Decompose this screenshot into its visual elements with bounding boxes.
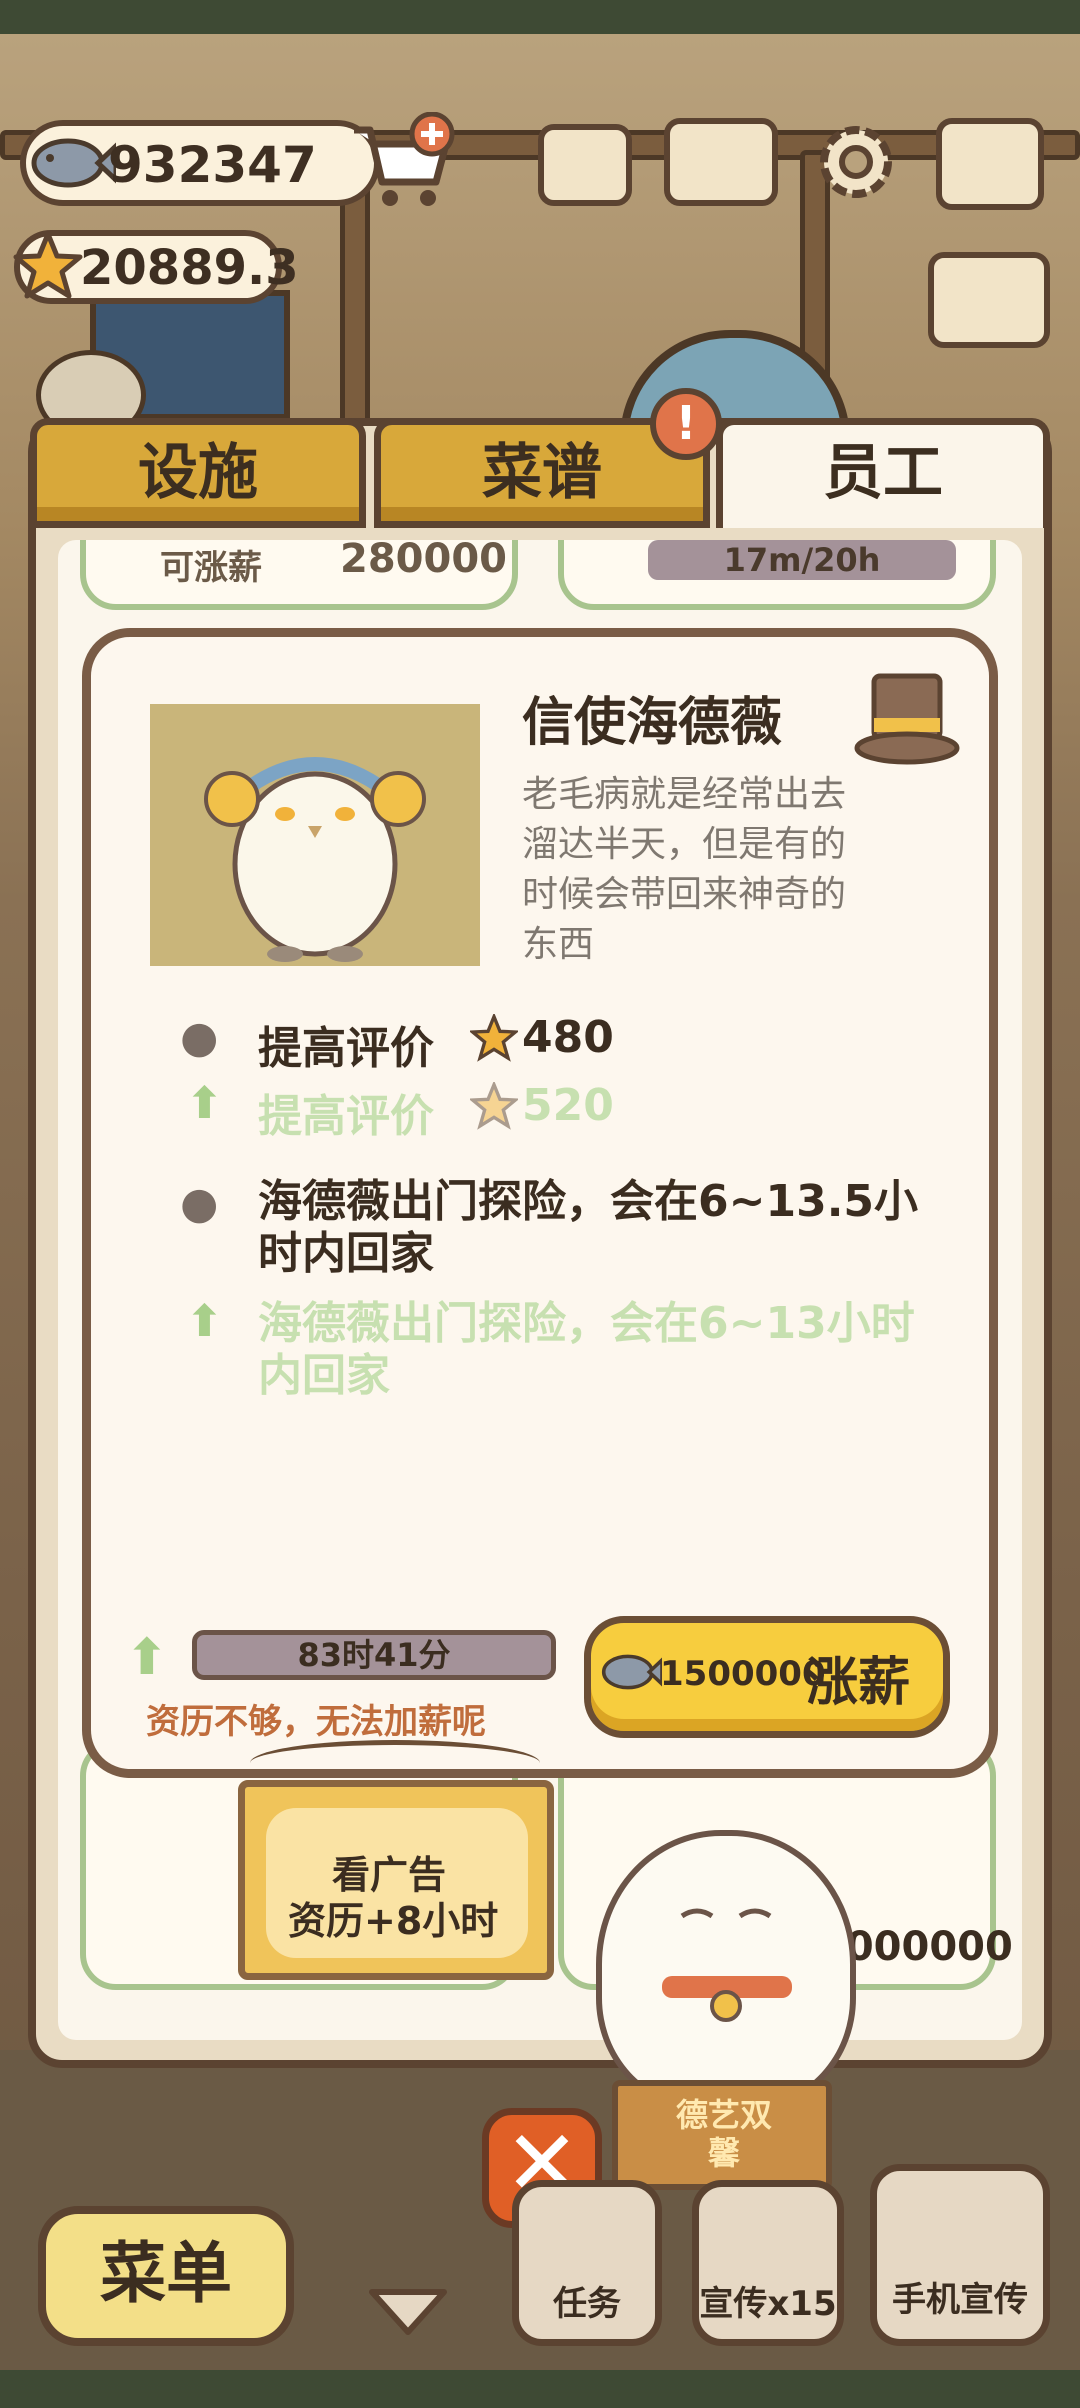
phone-promo-label: 手机宣传 xyxy=(892,2280,1028,2320)
settings-gear-icon[interactable] xyxy=(808,114,904,210)
sort-toggle-icon[interactable] xyxy=(928,252,1050,348)
phone-promo-button[interactable]: 手机宣传 xyxy=(870,2164,1050,2346)
task-button[interactable]: 任务 xyxy=(512,2180,662,2346)
effect-explore-label: 海德薇出门探险，会在6~13.5小时内回家 xyxy=(258,1176,919,1279)
task-label: 任务 xyxy=(553,2284,621,2324)
staff-description: 老毛病就是经常出去溜达半天，但是有的时候会带回来神奇的东西 xyxy=(522,774,847,965)
star-amount: 20889.3 xyxy=(80,240,299,296)
card-raise-cost: 280000 xyxy=(340,536,507,582)
tab-staff[interactable]: 员工 xyxy=(716,418,1050,528)
star-icon xyxy=(12,230,84,302)
effect-explore-next-label: 海德薇出门探险，会在6~13小时内回家 xyxy=(258,1298,915,1401)
map-icon[interactable] xyxy=(936,118,1044,210)
staff-portrait xyxy=(150,704,480,966)
promo-button[interactable]: 宣传x15 xyxy=(692,2180,844,2346)
paw-icon: ● xyxy=(180,1178,219,1229)
effect-rating-next-value: 520 xyxy=(522,1080,614,1131)
fish-icon xyxy=(26,128,119,198)
top-hat-icon xyxy=(852,670,962,770)
upgrade-arrow-icon: ⬆ xyxy=(126,1628,168,1686)
book-icon[interactable] xyxy=(664,118,778,206)
paw-icon: ● xyxy=(180,1012,219,1063)
seniority-warning: 资历不够，无法加薪呢 xyxy=(146,1702,486,1742)
card-time-bar: 17m/20h xyxy=(648,540,956,580)
news-icon[interactable] xyxy=(538,124,632,206)
effect-rating-label: 提高评价 xyxy=(258,1023,434,1074)
star-icon xyxy=(468,1012,520,1062)
raise-cost: 1500000 xyxy=(660,1654,826,1694)
shop-cart-icon[interactable] xyxy=(348,111,458,212)
upgrade-arrow-icon: ⬆ xyxy=(186,1296,223,1347)
collapse-chevron-icon[interactable] xyxy=(366,2284,450,2340)
staff-name: 信使海德薇 xyxy=(522,693,783,753)
watch-ad-reward: 资历+8小时 xyxy=(288,1899,499,1943)
mascot-cat xyxy=(596,1830,856,2110)
menu-button[interactable]: 菜单 xyxy=(38,2206,294,2346)
fish-amount: 932347 xyxy=(108,136,317,194)
effect-rating-next-label: 提高评价 xyxy=(258,1091,434,1142)
star-icon xyxy=(468,1080,520,1130)
raise-label: 涨薪 xyxy=(806,1653,911,1713)
card-raise-label: 可涨薪 xyxy=(160,548,262,588)
tab-facilities[interactable]: 设施 xyxy=(30,418,366,528)
seniority-time-bar: 83时41分 xyxy=(192,1630,556,1680)
effect-rating-value: 480 xyxy=(522,1012,614,1063)
promo-label: 宣传x15 xyxy=(699,2284,837,2324)
upgrade-arrow-icon: ⬆ xyxy=(186,1078,223,1129)
recipes-alert-badge: ! xyxy=(650,388,722,460)
mascot-banner-text: 德艺双馨 xyxy=(675,2096,772,2172)
fish-icon xyxy=(598,1646,664,1698)
